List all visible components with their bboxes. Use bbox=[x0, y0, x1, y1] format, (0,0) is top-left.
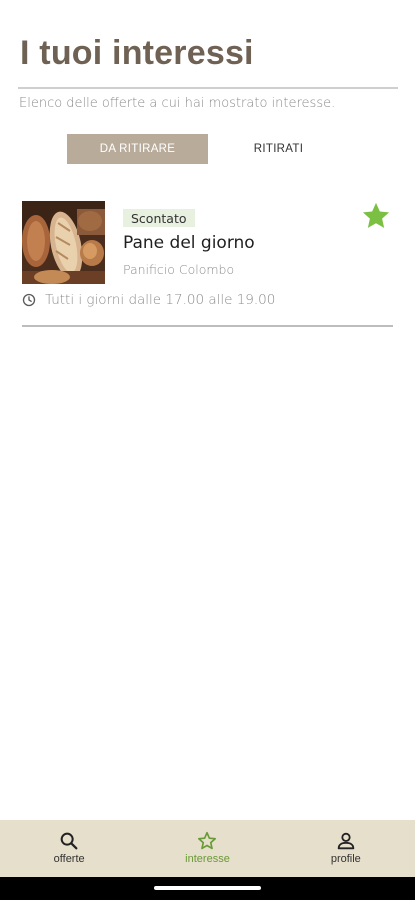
offer-title: Pane del giorno bbox=[123, 233, 255, 253]
tab-bar: DA RITIRARE RITIRATI bbox=[67, 134, 349, 164]
search-icon bbox=[60, 832, 78, 850]
clock-icon bbox=[22, 293, 36, 307]
star-outline-icon bbox=[198, 831, 217, 850]
nav-interesse[interactable]: interesse bbox=[138, 820, 276, 877]
offer-card[interactable]: Scontato Pane del giorno Panificio Colom… bbox=[22, 200, 394, 330]
pickup-schedule: Tutti i giorni dalle 17.00 alle 19.00 bbox=[22, 292, 275, 308]
home-indicator[interactable] bbox=[154, 886, 261, 890]
nav-label-profile: profile bbox=[330, 853, 361, 865]
tab-da-ritirare[interactable]: DA RITIRARE bbox=[67, 134, 208, 164]
page-title: I tuoi interessi bbox=[20, 34, 254, 72]
nav-offerte[interactable]: offerte bbox=[0, 820, 138, 877]
system-navigation-bar bbox=[0, 877, 415, 900]
bread-thumbnail bbox=[22, 201, 105, 284]
nav-label-offerte: offerte bbox=[53, 853, 85, 865]
discount-badge: Scontato bbox=[123, 209, 195, 227]
nav-label-interesse: interesse bbox=[185, 853, 230, 865]
tab-ritirati[interactable]: RITIRATI bbox=[208, 134, 349, 164]
bottom-navigation: offerte interesse profile bbox=[0, 820, 415, 877]
page-subtitle: Elenco delle offerte a cui hai mostrato … bbox=[19, 96, 336, 111]
title-divider bbox=[18, 87, 398, 89]
nav-profile[interactable]: profile bbox=[277, 820, 415, 877]
favorite-star-icon[interactable] bbox=[360, 200, 392, 232]
person-icon bbox=[337, 832, 355, 850]
card-divider bbox=[22, 325, 393, 327]
schedule-text: Tutti i giorni dalle 17.00 alle 19.00 bbox=[45, 292, 276, 308]
shop-name: Panificio Colombo bbox=[123, 262, 235, 277]
